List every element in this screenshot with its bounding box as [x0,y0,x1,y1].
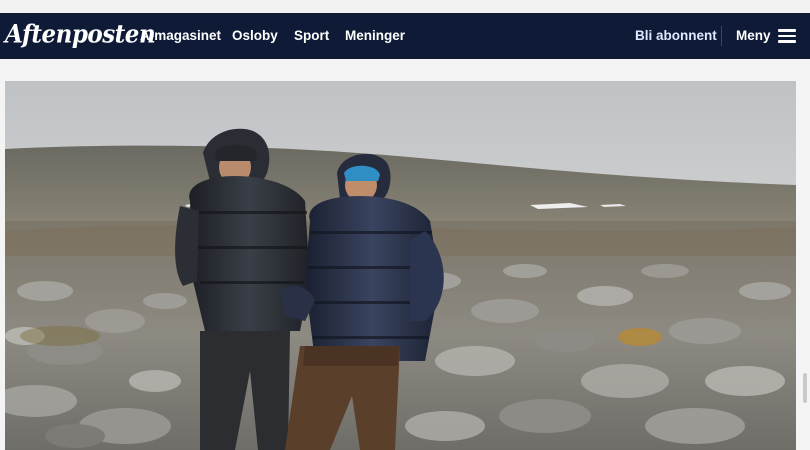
subscribe-link[interactable]: Bli abonnent [635,28,717,43]
hamburger-icon[interactable] [778,29,796,43]
nav-item-a-magasinet[interactable]: A-magasinet [140,28,221,43]
menu-button-label[interactable]: Meny [736,28,771,43]
nav-item-sport[interactable]: Sport [294,28,329,43]
site-header: Aftenposten A-magasinet Osloby Sport Men… [0,13,810,59]
browser-top-strip [0,0,810,13]
nav-item-osloby[interactable]: Osloby [232,28,278,43]
site-logo[interactable]: Aftenposten [5,20,156,49]
article-hero-image [5,81,796,450]
page-scrollbar[interactable] [803,373,807,403]
nav-divider [721,26,722,46]
nav-item-meninger[interactable]: Meninger [345,28,405,43]
